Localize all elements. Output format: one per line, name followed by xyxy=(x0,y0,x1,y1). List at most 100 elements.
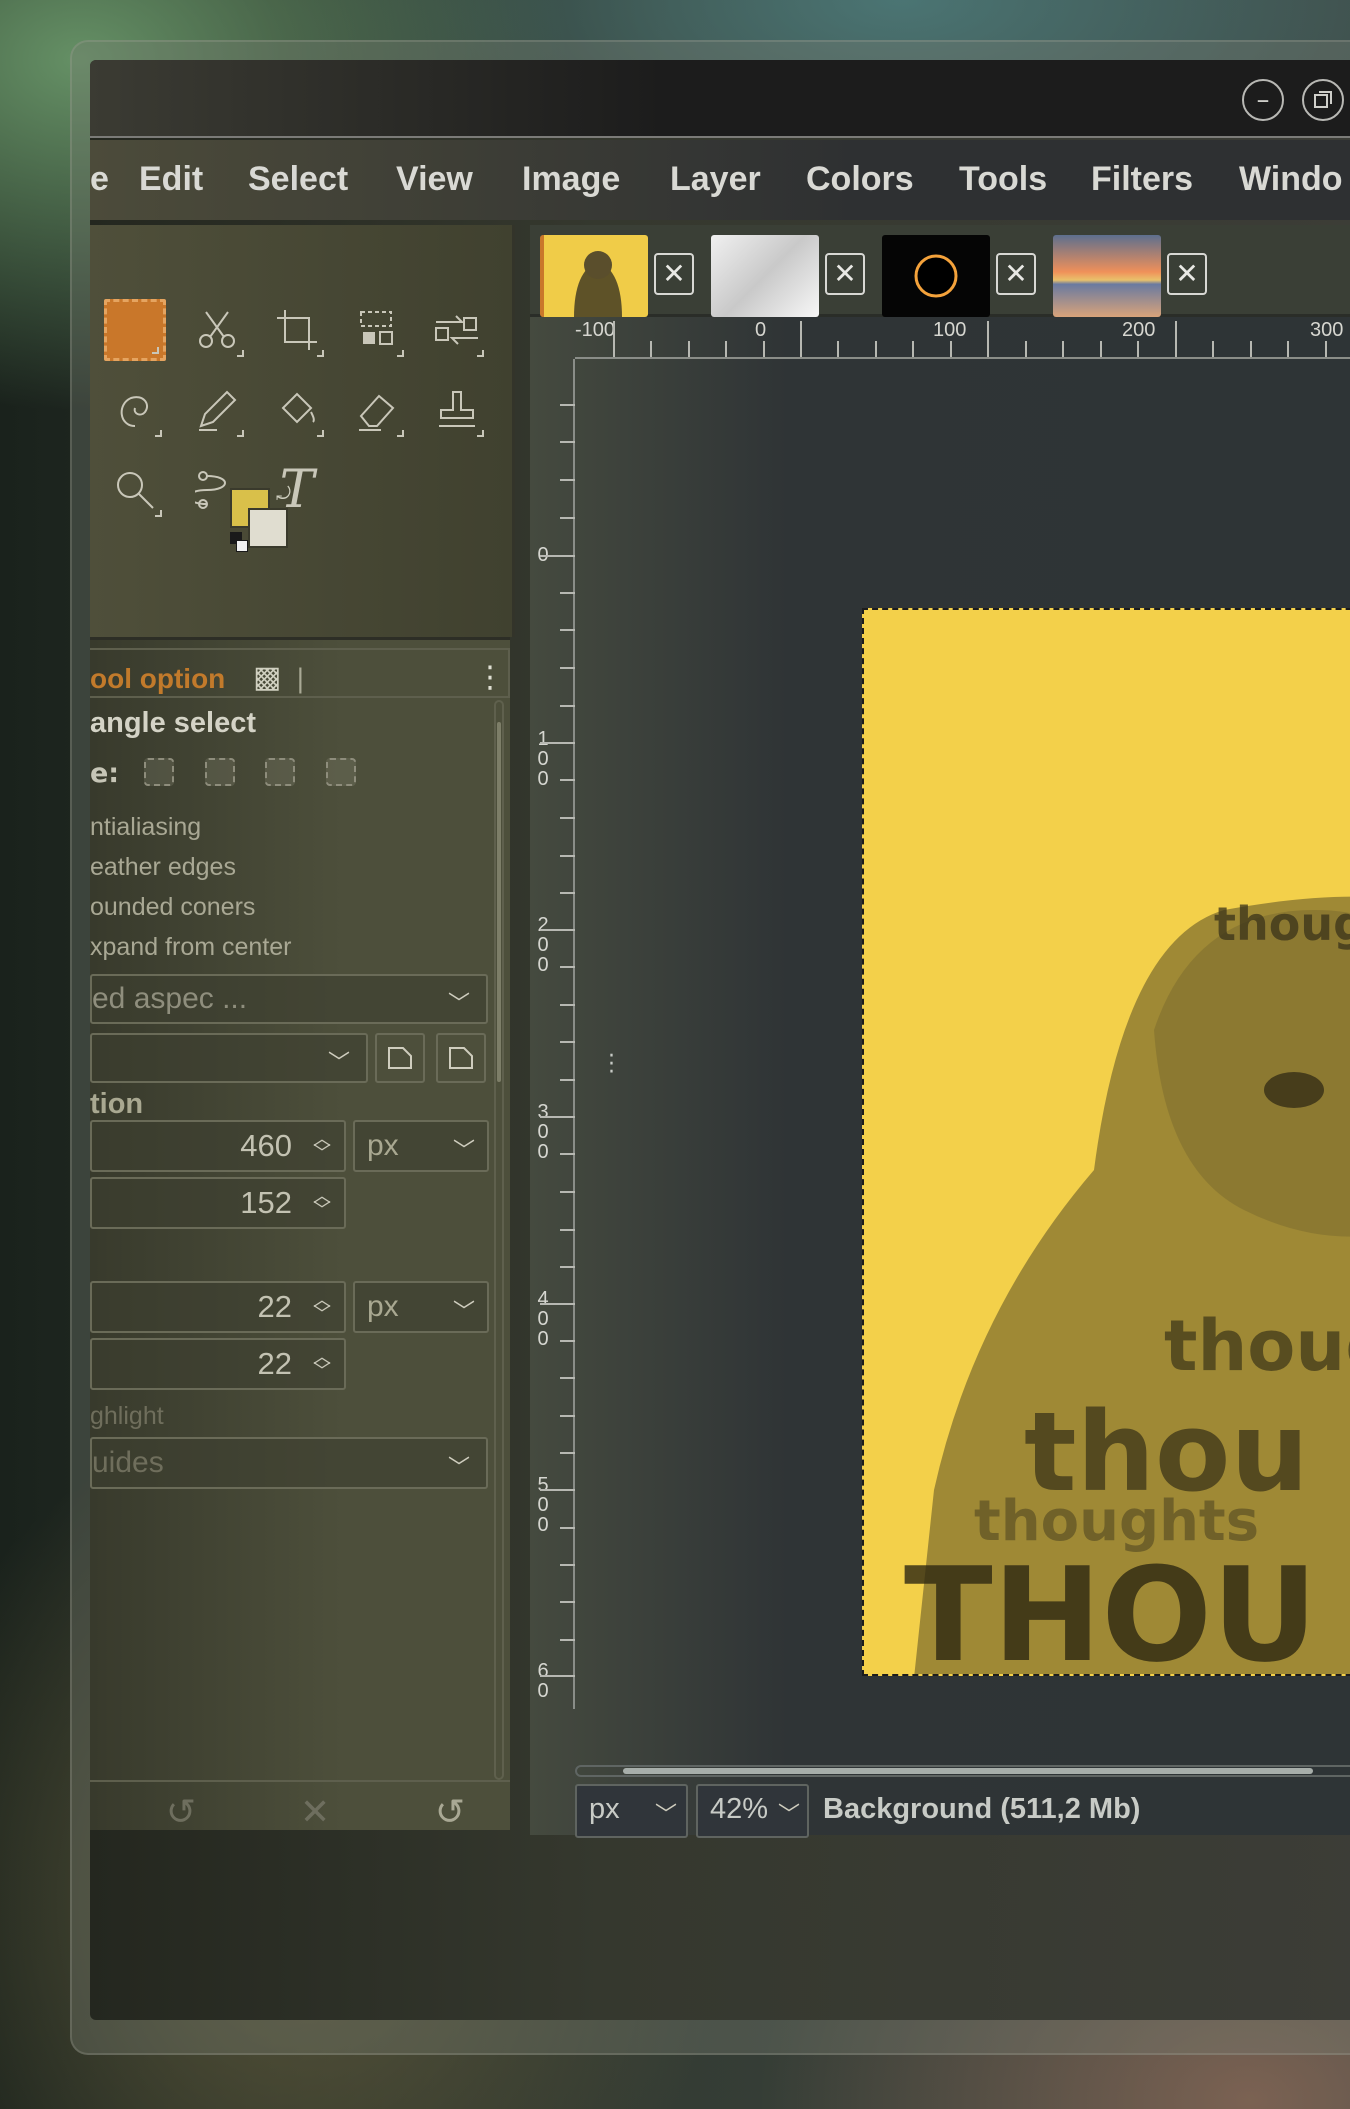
menu-image[interactable]: Image xyxy=(522,160,620,199)
crop-icon[interactable] xyxy=(266,299,328,361)
tool-options-tab[interactable]: ool option ▩ | ⋮ xyxy=(90,648,510,698)
mode-intersect-icon[interactable] xyxy=(326,758,356,786)
layer-info: Background (511,2 Mb) xyxy=(823,1793,1141,1825)
tab-grip-icon[interactable]: ▩ xyxy=(253,660,281,695)
menu-bar: e Edit Select View Image Layer Colors To… xyxy=(90,140,1350,220)
tool-name: angle select xyxy=(90,707,257,739)
menu-edit[interactable]: Edit xyxy=(139,160,203,199)
chevron-down-icon: ﹀ xyxy=(655,1803,678,1828)
image-tab-white[interactable] xyxy=(711,235,819,317)
close-tab-icon[interactable]: ✕ xyxy=(825,253,865,295)
pencil-icon[interactable] xyxy=(186,379,248,441)
artwork-word: thoughts xyxy=(1214,897,1350,951)
fixed-aspect-dropdown[interactable]: ed aspec ... ﹀ xyxy=(90,974,488,1024)
close-tab-icon[interactable]: ✕ xyxy=(996,253,1036,295)
antialiasing-checkbox[interactable]: ntialiasing xyxy=(90,813,201,842)
restore-icon[interactable] xyxy=(1302,79,1344,121)
mode-subtract-icon[interactable] xyxy=(265,758,295,786)
warp-icon[interactable] xyxy=(104,379,166,441)
size-unit-dropdown[interactable]: px ﹀ xyxy=(353,1281,489,1333)
chevron-down-icon: ﹀ xyxy=(448,1456,471,1481)
chevron-down-icon: ﹀ xyxy=(453,1139,476,1164)
chevron-down-icon: ﹀ xyxy=(453,1300,476,1325)
position-x-field[interactable]: 460 ︿ ﹀ xyxy=(90,1120,346,1172)
align-icon[interactable] xyxy=(346,299,408,361)
swap-colors-icon[interactable]: ⤾ xyxy=(276,484,291,505)
default-colors-bg xyxy=(236,540,248,552)
mode-label: e: xyxy=(90,758,120,789)
gimp-window: – e Edit Select View Image Layer Colors … xyxy=(90,60,1350,2020)
aspect-value-dropdown[interactable]: ﹀ xyxy=(90,1033,368,1083)
size-width-field[interactable]: 22 ︿ ﹀ xyxy=(90,1281,346,1333)
spinner-icon[interactable]: ︿ ﹀ xyxy=(312,1349,332,1381)
options-footer: ↺ ✕ ↺ xyxy=(90,1780,510,1836)
options-scrollbar-thumb[interactable] xyxy=(497,722,501,1082)
mode-add-icon[interactable] xyxy=(205,758,235,786)
horizontal-ruler: -100 0 100 200 300 xyxy=(575,317,1350,359)
vertical-ruler: 0 1 0 0 2 0 0 3 0 0 4 0 0 5 0 0 6 0 xyxy=(530,359,575,1709)
rounded-corners-checkbox[interactable]: ounded coners xyxy=(90,893,255,922)
menu-colors[interactable]: Colors xyxy=(806,160,914,199)
size-height-field[interactable]: 22 ︿ ﹀ xyxy=(90,1338,346,1390)
landscape-icon[interactable] xyxy=(436,1033,486,1083)
portrait-icon[interactable] xyxy=(375,1033,425,1083)
restore-icon[interactable]: ↺ xyxy=(166,1792,196,1833)
menu-file[interactable]: e xyxy=(90,160,109,199)
magnifier-icon[interactable] xyxy=(104,459,166,521)
artwork-word: though xyxy=(1164,1305,1350,1387)
tab-separator: | xyxy=(296,664,305,694)
canvas-panel: ✕ ✕ ✕ ✕ -100 0 100 200 300 1 0 0 2 0 0 3… xyxy=(530,225,1350,1838)
expand-from-center-checkbox[interactable]: xpand from center xyxy=(90,933,292,962)
panel-resize-grip[interactable]: · · · xyxy=(608,1046,615,1084)
menu-layer[interactable]: Layer xyxy=(670,160,761,199)
tool-options-title: ool option xyxy=(90,663,226,694)
position-y-field[interactable]: 152 ︿ ﹀ xyxy=(90,1177,346,1229)
rect-select-icon[interactable] xyxy=(104,299,166,361)
bucket-icon[interactable] xyxy=(266,379,328,441)
image-tab-sunset[interactable] xyxy=(1053,235,1161,317)
options-scrollbar[interactable] xyxy=(494,700,504,1780)
image-tabs: ✕ ✕ ✕ ✕ xyxy=(530,225,1350,317)
stamp-icon[interactable] xyxy=(426,379,488,441)
tool-options-panel: ool option ▩ | ⋮ angle select e: ntialia… xyxy=(90,637,510,1833)
menu-view[interactable]: View xyxy=(396,160,473,199)
position-label: tion xyxy=(90,1088,144,1120)
zoom-dropdown[interactable]: 42% ﹀ xyxy=(696,1784,809,1838)
feather-edges-checkbox[interactable]: eather edges xyxy=(90,853,236,882)
unit-dropdown[interactable]: px ﹀ xyxy=(575,1784,688,1838)
transform-icon[interactable] xyxy=(426,299,488,361)
spinner-icon[interactable]: ︿ ﹀ xyxy=(312,1131,332,1163)
image-tab-eclipse[interactable] xyxy=(882,235,990,317)
mode-replace-icon[interactable] xyxy=(144,758,174,786)
menu-select[interactable]: Select xyxy=(248,160,348,199)
chevron-down-icon: ﹀ xyxy=(778,1803,801,1828)
scissors-icon[interactable] xyxy=(186,299,248,361)
eraser-icon[interactable] xyxy=(346,379,408,441)
canvas-scrollbar[interactable] xyxy=(575,1765,1350,1777)
gorilla-artwork: thoughts though thou THOU thoughts xyxy=(904,896,1350,1676)
panel-menu-icon[interactable]: ⋮ xyxy=(475,660,505,695)
reset-icon[interactable]: ↺ xyxy=(435,1792,465,1833)
spinner-icon[interactable]: ︿ ﹀ xyxy=(312,1292,332,1324)
close-tab-icon[interactable]: ✕ xyxy=(1167,253,1207,295)
menu-tools[interactable]: Tools xyxy=(959,160,1047,199)
menu-windows[interactable]: Windo xyxy=(1239,160,1343,199)
guides-dropdown[interactable]: uides ﹀ xyxy=(90,1437,488,1489)
position-unit-dropdown[interactable]: px ﹀ xyxy=(353,1120,489,1172)
background-color-swatch[interactable] xyxy=(248,508,288,548)
menu-filters[interactable]: Filters xyxy=(1091,160,1193,199)
image-tab-gorilla[interactable] xyxy=(540,235,648,317)
chevron-down-icon: ﹀ xyxy=(448,992,471,1017)
close-tab-icon[interactable]: ✕ xyxy=(654,253,694,295)
canvas-scrollbar-thumb[interactable] xyxy=(623,1768,1313,1774)
status-bar: px ﹀ 42% ﹀ Background (511,2 Mb) xyxy=(530,1781,1350,1838)
minimize-icon[interactable]: – xyxy=(1242,79,1284,121)
delete-icon[interactable]: ✕ xyxy=(300,1792,330,1833)
spinner-icon[interactable]: ︿ ﹀ xyxy=(312,1188,332,1220)
highlight-checkbox[interactable]: ghlight xyxy=(90,1402,164,1431)
image-canvas[interactable]: thoughts though thou THOU thoughts xyxy=(862,608,1350,1676)
artwork-word: THOU xyxy=(904,1539,1318,1676)
artwork-word: thoughts xyxy=(974,1489,1259,1554)
chevron-down-icon: ﹀ xyxy=(328,1051,351,1076)
title-bar: – xyxy=(90,60,1350,138)
